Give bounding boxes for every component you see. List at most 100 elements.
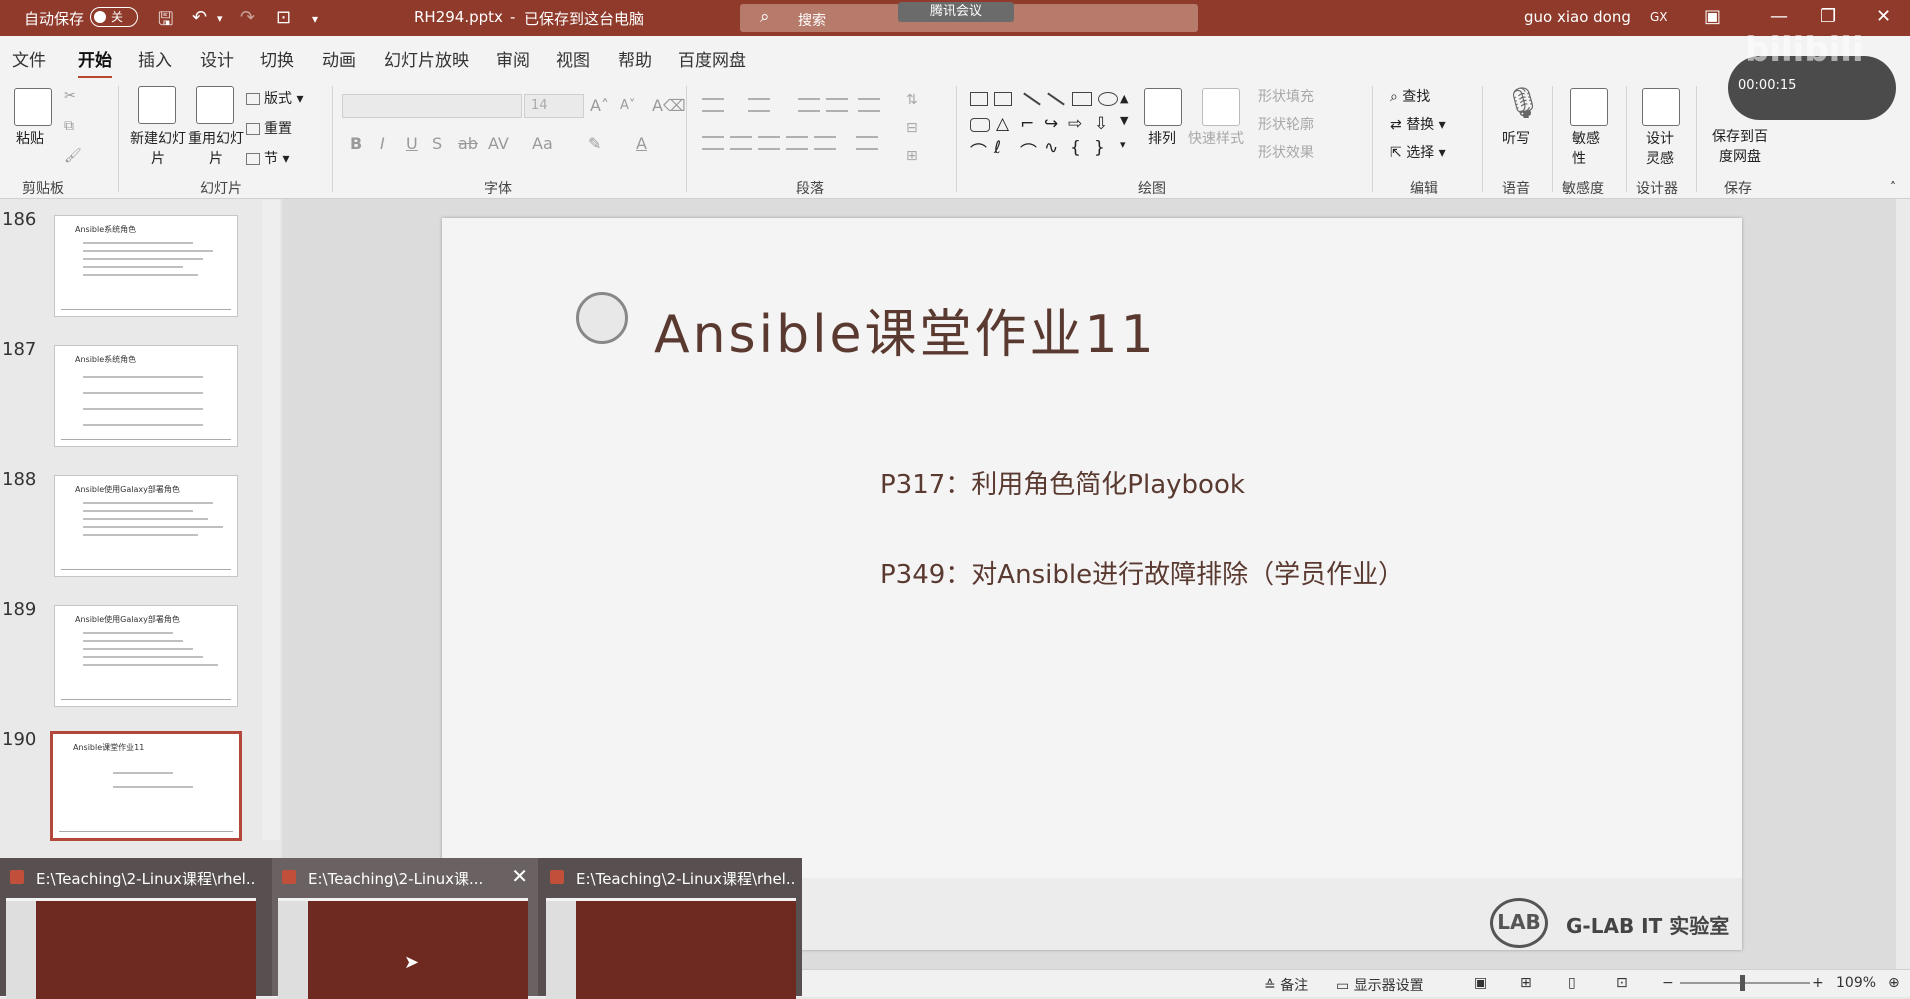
align-right-icon[interactable]: [758, 136, 780, 150]
present-icon[interactable]: ⊡: [276, 7, 291, 28]
bullets-icon[interactable]: [702, 98, 724, 112]
shape-outline-button[interactable]: 形状轮廓: [1258, 114, 1314, 134]
wave-shape-icon[interactable]: ∿: [1044, 138, 1058, 158]
window-preview[interactable]: E:\Teaching\2-Linux课程\rhel...: [540, 858, 802, 999]
align-text-icon[interactable]: [856, 136, 878, 150]
clear-format-icon[interactable]: A⌫: [652, 96, 686, 115]
slide-thumbnail-selected[interactable]: Ansible课堂作业11: [50, 731, 242, 841]
normal-view-icon[interactable]: ▣: [1474, 975, 1487, 991]
right-arrow-shape-icon[interactable]: ⇨: [1068, 114, 1082, 134]
left-brace-shape-icon[interactable]: {: [1070, 138, 1081, 158]
font-color-icon[interactable]: A: [636, 134, 647, 153]
shape-fill-button[interactable]: 形状填充: [1258, 86, 1314, 106]
vertical-textbox-shape-icon[interactable]: [994, 92, 1012, 106]
close-icon[interactable]: ✕: [1876, 6, 1891, 27]
font-size-select[interactable]: 14: [524, 94, 584, 118]
underline-icon[interactable]: U: [406, 134, 418, 153]
freeform-shape-icon[interactable]: ⌒: [970, 138, 987, 163]
slide-thumbnail[interactable]: Ansible使用Galaxy部署角色: [54, 605, 238, 707]
textbox-shape-icon[interactable]: [970, 92, 988, 106]
undo-icon[interactable]: ↶: [192, 7, 207, 28]
slide-sorter-icon[interactable]: ⊞: [1520, 975, 1532, 991]
decrease-indent-icon[interactable]: [798, 98, 820, 112]
minimize-icon[interactable]: —: [1770, 6, 1788, 27]
new-slide-button[interactable]: 新建幻灯片: [128, 128, 188, 168]
tab-home[interactable]: 开始: [78, 46, 112, 79]
paste-button[interactable]: 粘贴: [16, 128, 44, 148]
tab-file[interactable]: 文件: [12, 46, 46, 71]
tab-animations[interactable]: 动画: [322, 46, 356, 71]
cut-icon[interactable]: ✂: [64, 88, 76, 104]
slide-body-line[interactable]: P349：对Ansible进行故障排除（学员作业）: [880, 554, 1404, 591]
ribbon-display-icon[interactable]: ▣: [1704, 6, 1721, 27]
layout-button[interactable]: 版式 ▾: [246, 88, 303, 108]
select-button[interactable]: ⇱ 选择 ▾: [1390, 142, 1446, 162]
down-arrow-shape-icon[interactable]: ⇩: [1094, 114, 1108, 134]
curved-connector-icon[interactable]: ↪: [1044, 114, 1058, 134]
autosave-toggle[interactable]: 关: [90, 7, 138, 27]
font-name-select[interactable]: [342, 94, 522, 118]
zoom-in-icon[interactable]: +: [1812, 975, 1824, 991]
bold-icon[interactable]: B: [350, 134, 362, 153]
tab-baidu[interactable]: 百度网盘: [678, 46, 746, 71]
arc-shape-icon[interactable]: ⌒: [1020, 138, 1037, 163]
reading-view-icon[interactable]: ▯: [1568, 975, 1576, 991]
quick-styles-icon[interactable]: [1202, 88, 1240, 126]
line-shape-icon[interactable]: [1023, 92, 1041, 106]
quick-styles-button[interactable]: 快速样式: [1188, 128, 1244, 148]
numbering-icon[interactable]: [748, 98, 770, 112]
justify-icon[interactable]: [786, 136, 808, 150]
slide-title[interactable]: Ansible课堂作业11: [654, 292, 1157, 367]
zoom-out-icon[interactable]: −: [1662, 975, 1674, 991]
arrow-line-shape-icon[interactable]: [1047, 92, 1065, 106]
decrease-font-icon[interactable]: A˅: [620, 98, 635, 113]
designer-button[interactable]: 设计灵感: [1646, 128, 1686, 168]
display-settings-button[interactable]: ▭ 显示器设置: [1336, 975, 1424, 995]
italic-icon[interactable]: I: [380, 134, 385, 153]
rounded-rect-shape-icon[interactable]: [970, 118, 990, 132]
window-preview[interactable]: E:\Teaching\2-Linux课... ✕ ➤: [272, 858, 538, 999]
user-name[interactable]: guo xiao dong: [1524, 8, 1631, 26]
save-to-baidu-button[interactable]: 保存到百度网盘: [1710, 126, 1770, 166]
shadow-icon[interactable]: S: [432, 134, 442, 153]
align-vertical-icon[interactable]: ⊟: [906, 120, 918, 136]
line-spacing-icon[interactable]: [858, 98, 880, 112]
notes-button[interactable]: ≙ 备注: [1264, 975, 1308, 995]
tab-design[interactable]: 设计: [200, 46, 234, 71]
elbow-connector-icon[interactable]: ⌐: [1020, 114, 1034, 134]
slide-thumbnail[interactable]: Ansible系统角色: [54, 215, 238, 317]
shape-effects-button[interactable]: 形状效果: [1258, 142, 1314, 162]
arrange-button[interactable]: 排列: [1148, 128, 1176, 148]
paste-icon[interactable]: [14, 88, 52, 126]
right-brace-shape-icon[interactable]: }: [1094, 138, 1105, 158]
sensitivity-button[interactable]: 敏感性: [1572, 128, 1612, 168]
slide-thumbnail[interactable]: Ansible使用Galaxy部署角色: [54, 475, 238, 577]
columns-icon[interactable]: [814, 136, 836, 150]
sensitivity-icon[interactable]: [1570, 88, 1608, 126]
zoom-level[interactable]: 109%: [1836, 975, 1876, 991]
restore-icon[interactable]: ❐: [1820, 6, 1836, 27]
slide-scrollbar[interactable]: [1896, 199, 1910, 969]
oval-shape-icon[interactable]: [1098, 92, 1118, 106]
undo-dropdown-icon[interactable]: ▾: [217, 12, 223, 25]
gallery-down-icon[interactable]: ▼: [1120, 114, 1128, 127]
tab-help[interactable]: 帮助: [618, 46, 652, 71]
slide-body-line[interactable]: P317：利用角色简化Playbook: [880, 464, 1245, 501]
align-left-icon[interactable]: [702, 136, 724, 150]
highlight-icon[interactable]: ✎: [588, 134, 601, 153]
user-initials[interactable]: GX: [1650, 10, 1668, 24]
rectangle-shape-icon[interactable]: [1072, 92, 1092, 106]
tab-review[interactable]: 审阅: [496, 46, 530, 71]
zoom-slider-thumb[interactable]: [1740, 975, 1745, 991]
zoom-slider[interactable]: [1680, 982, 1810, 984]
save-icon[interactable]: 🖫: [158, 7, 173, 37]
arrange-icon[interactable]: [1144, 88, 1182, 126]
reuse-slide-icon[interactable]: [196, 86, 234, 124]
find-button[interactable]: ⌕ 查找: [1390, 86, 1430, 106]
gallery-more-icon[interactable]: ▾: [1120, 138, 1126, 151]
slideshow-view-icon[interactable]: ⊡: [1616, 975, 1628, 991]
thumbnail-scrollbar[interactable]: [262, 200, 280, 840]
align-center-icon[interactable]: [730, 136, 752, 150]
gallery-up-icon[interactable]: ▲: [1120, 92, 1128, 105]
increase-indent-icon[interactable]: [826, 98, 848, 112]
